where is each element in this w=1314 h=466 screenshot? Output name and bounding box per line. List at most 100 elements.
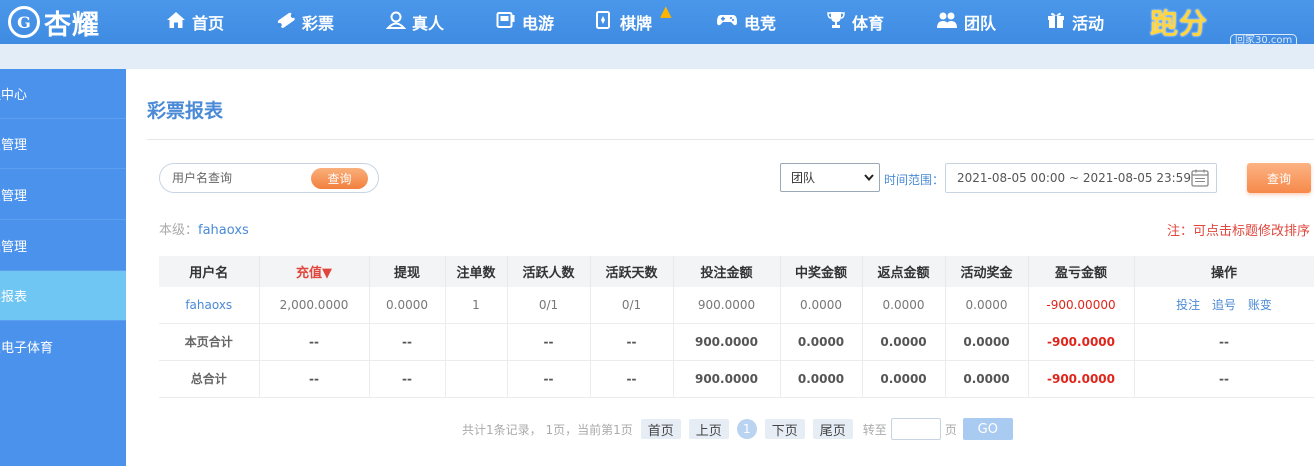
cell-activity-bonus: 0.0000 xyxy=(945,323,1029,361)
header-rebate-amount[interactable]: 返点金额 xyxy=(862,256,946,287)
sidebar-item-member[interactable]: 人管理 xyxy=(0,170,126,220)
cell-active-days: -- xyxy=(590,360,674,398)
nav-promotions-label: 活动 xyxy=(1072,14,1105,33)
pagination: 共计1条记录， 1页，当前第1页 首页 上页 1 下页 尾页 转至 页 GO xyxy=(462,418,1013,440)
logo-text: 杏耀 xyxy=(44,9,100,41)
sidebar-item-label: 理中心 xyxy=(0,88,28,103)
cell-actions: 投注 追号 账变 xyxy=(1134,287,1314,324)
title-divider xyxy=(147,139,1314,140)
team-select[interactable]: 团队 xyxy=(780,163,880,192)
sidebar-item-personal[interactable]: 人管理 xyxy=(0,119,126,169)
header-orders[interactable]: 注单数 xyxy=(445,256,508,287)
cell-win-amount: 0.0000 xyxy=(780,360,863,398)
nav-chess[interactable]: 棋牌 xyxy=(594,0,652,44)
team-icon xyxy=(936,11,958,33)
nav-live[interactable]: 真人 xyxy=(385,0,445,44)
cards-icon xyxy=(594,11,614,33)
nav-team[interactable]: 团队 xyxy=(936,0,996,44)
current-page-number[interactable]: 1 xyxy=(736,419,757,439)
nav-slots[interactable]: 电游 xyxy=(496,0,554,44)
prev-page-button[interactable]: 上页 xyxy=(688,419,729,439)
cell-profit-loss: -900.0000 xyxy=(1028,323,1135,361)
cell-username[interactable]: fahaoxs xyxy=(159,287,260,324)
logo[interactable]: G 杏耀 xyxy=(8,4,100,41)
goto-page-input[interactable] xyxy=(890,418,941,440)
sidebar-item-esports-report[interactable]: 人电子体育 xyxy=(0,321,126,371)
team-select-value: 团队 xyxy=(791,171,816,185)
sort-hint: 注：可点击标题修改排序 xyxy=(1166,224,1310,239)
nav-lottery-label: 彩票 xyxy=(302,14,335,33)
cell-orders xyxy=(445,360,508,398)
cell-win-amount: 0.0000 xyxy=(780,287,863,324)
header-profit-loss[interactable]: 盈亏金额 xyxy=(1028,256,1135,287)
first-page-button[interactable]: 首页 xyxy=(640,419,681,439)
cell-withdraw: -- xyxy=(369,360,446,398)
cell-active-days: 0/1 xyxy=(590,287,674,324)
nav-live-label: 真人 xyxy=(412,14,445,33)
header-activity-bonus[interactable]: 活动奖金 xyxy=(945,256,1029,287)
table-header-row: 用户名 充值▼ 提现 注单数 活跃人数 活跃天数 投注金额 中奖金额 返点金额 … xyxy=(159,256,1314,287)
nav-esports[interactable]: 电竞 xyxy=(716,0,776,44)
header-withdraw[interactable]: 提现 xyxy=(369,256,446,287)
live-dealer-icon xyxy=(385,11,407,33)
sidebar-item-label: 人电子体育 xyxy=(0,340,54,356)
chase-link[interactable]: 追号 xyxy=(1212,298,1236,312)
sidebar-item-lottery-report[interactable]: 票报表 xyxy=(0,271,126,321)
sidebar-item-reports[interactable]: 表管理 xyxy=(0,221,126,271)
cell-withdraw: 0.0000 xyxy=(369,287,446,324)
cell-recharge: -- xyxy=(259,360,370,398)
nav-esports-label: 电竞 xyxy=(744,14,777,33)
search-box: 查询 xyxy=(159,163,379,193)
nav-sports-label: 体育 xyxy=(852,14,885,33)
sidebar-item-center[interactable]: 理中心 xyxy=(0,69,126,119)
cell-rebate-amount: 0.0000 xyxy=(862,360,946,398)
table-row: fahaoxs 2,000.0000 0.0000 1 0/1 0/1 900.… xyxy=(159,287,1314,324)
cell-profit-loss: -900.0000 xyxy=(1028,360,1135,398)
bet-link[interactable]: 投注 xyxy=(1176,298,1200,312)
cell-win-amount: 0.0000 xyxy=(780,323,863,361)
cell-rebate-amount: 0.0000 xyxy=(862,323,946,361)
sub-header-bar xyxy=(0,44,1314,69)
search-button[interactable]: 查询 xyxy=(311,168,368,189)
go-button[interactable]: GO xyxy=(962,418,1013,440)
nav-sports[interactable]: 体育 xyxy=(826,0,884,44)
cell-actions: -- xyxy=(1134,360,1314,398)
grand-total-row: 总合计 -- -- -- -- 900.0000 0.0000 0.0000 0… xyxy=(159,360,1314,398)
cell-recharge: 2,000.0000 xyxy=(259,287,370,324)
level-value[interactable]: fahaoxs xyxy=(198,223,249,238)
account-change-link[interactable]: 账变 xyxy=(1248,298,1272,312)
cell-orders: 1 xyxy=(445,287,508,324)
logo-emblem: G xyxy=(8,6,40,38)
cell-profit-loss: -900.00000 xyxy=(1028,287,1135,324)
chevron-down-icon xyxy=(863,171,875,186)
nav-lottery[interactable]: 彩票 xyxy=(276,0,334,44)
header-recharge[interactable]: 充值▼ xyxy=(259,256,370,287)
header-active-users[interactable]: 活跃人数 xyxy=(507,256,591,287)
lottery-ticket-icon xyxy=(276,11,296,33)
promo-banner-text[interactable]: 跑分 xyxy=(1150,2,1208,42)
date-range-input[interactable]: 2021-08-05 00:00 ~ 2021-08-05 23:59 xyxy=(945,163,1217,193)
report-table: 用户名 充值▼ 提现 注单数 活跃人数 活跃天数 投注金额 中奖金额 返点金额 … xyxy=(159,256,1314,398)
cell-rebate-amount: 0.0000 xyxy=(862,287,946,324)
header-active-days[interactable]: 活跃天数 xyxy=(590,256,674,287)
nav-promotions[interactable]: 活动 xyxy=(1046,0,1104,44)
cell-active-days: -- xyxy=(590,323,674,361)
nav-home-label: 首页 xyxy=(192,14,225,33)
nav-home[interactable]: 首页 xyxy=(166,0,224,44)
next-page-button[interactable]: 下页 xyxy=(764,419,805,439)
username-search-input[interactable] xyxy=(172,168,312,188)
page-title: 彩票报表 xyxy=(147,100,224,122)
calendar-icon[interactable] xyxy=(1190,168,1210,188)
query-button[interactable]: 查询 xyxy=(1247,163,1311,193)
cell-activity-bonus: 0.0000 xyxy=(945,287,1029,324)
header-win-amount[interactable]: 中奖金额 xyxy=(780,256,863,287)
home-icon xyxy=(166,11,186,33)
header-bet-amount[interactable]: 投注金额 xyxy=(673,256,781,287)
page-total-label: 本页合计 xyxy=(159,323,260,361)
header-username[interactable]: 用户名 xyxy=(159,256,260,287)
sidebar-item-label: 人管理 xyxy=(0,189,28,204)
pagination-summary: 共计1条记录， 1页，当前第1页 xyxy=(462,422,633,437)
last-page-button[interactable]: 尾页 xyxy=(812,419,853,439)
cell-withdraw: -- xyxy=(369,323,446,361)
nav-slots-label: 电游 xyxy=(522,14,555,33)
